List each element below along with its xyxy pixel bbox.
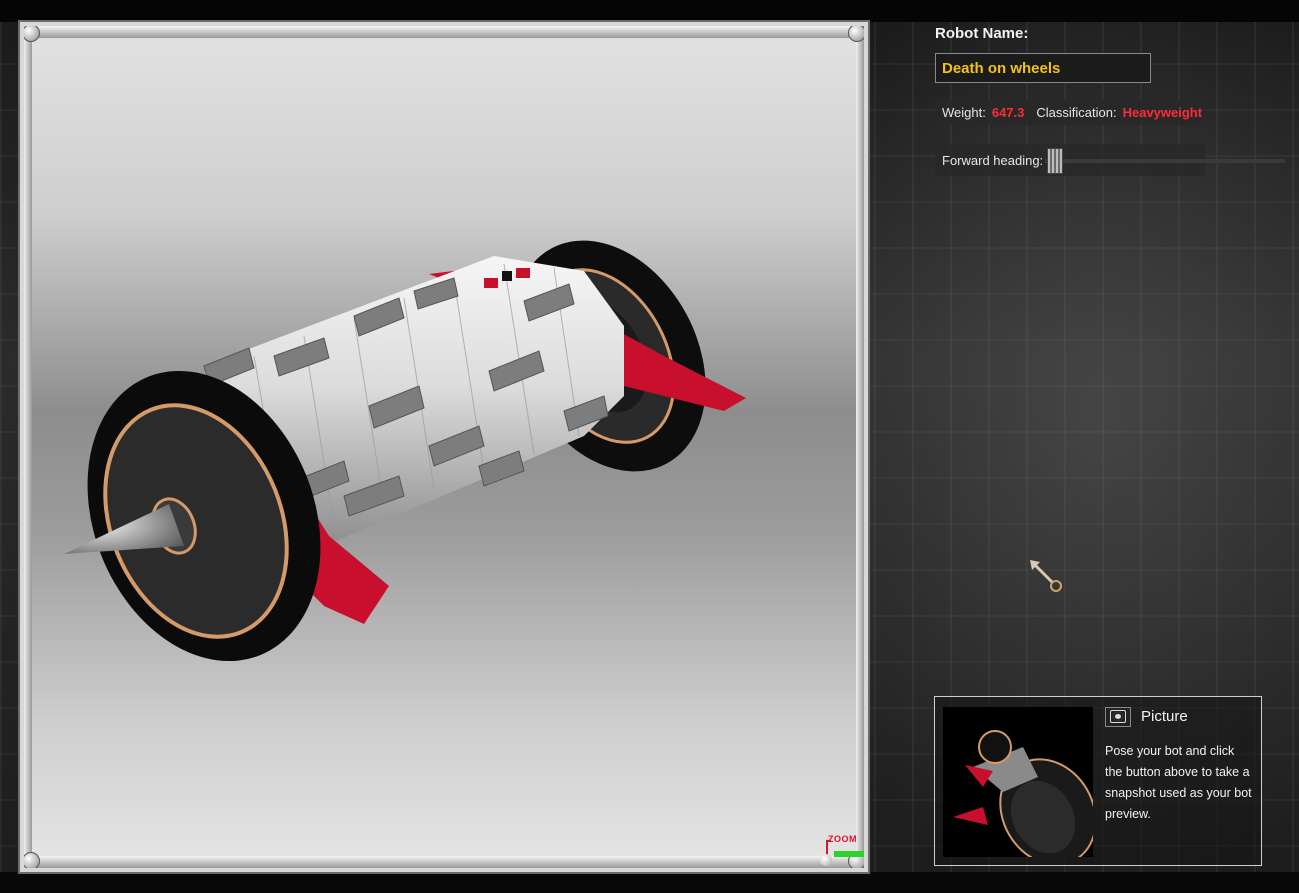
zoom-label: ZOOM (828, 834, 857, 844)
zoom-knob[interactable] (820, 854, 832, 866)
robot-name-label: Robot Name: (935, 25, 1029, 42)
classification-value: Heavyweight (1122, 104, 1203, 120)
zoom-control[interactable]: ZOOM (820, 834, 864, 868)
slider-track[interactable] (1045, 159, 1285, 163)
picture-button-label[interactable]: Picture (1141, 708, 1188, 725)
robot-model[interactable] (24, 26, 864, 868)
bottom-bar (0, 872, 1299, 893)
forward-heading-label: Forward heading: (942, 152, 1044, 168)
stats-row: Weight: 647.3 Classification: Heavyweigh… (935, 99, 1205, 125)
picture-description: Pose your bot and click the button above… (1105, 744, 1252, 821)
weight-label: Weight: (942, 104, 986, 120)
picture-panel: Picture Pose your bot and click the butt… (934, 696, 1262, 866)
weight-value: 647.3 (991, 104, 1025, 120)
forward-heading-slider[interactable] (1045, 148, 1285, 174)
camera-icon[interactable] (1105, 707, 1131, 727)
move-cursor-icon (1030, 560, 1062, 592)
zoom-axis-horizontal (834, 851, 864, 857)
robot-name-input[interactable] (935, 53, 1151, 83)
top-bar (0, 0, 1299, 22)
robot-3d-viewport[interactable]: ZOOM (18, 20, 870, 874)
slider-thumb[interactable] (1047, 148, 1063, 174)
robot-preview-thumbnail (943, 707, 1093, 857)
classification-label: Classification: (1036, 104, 1117, 120)
